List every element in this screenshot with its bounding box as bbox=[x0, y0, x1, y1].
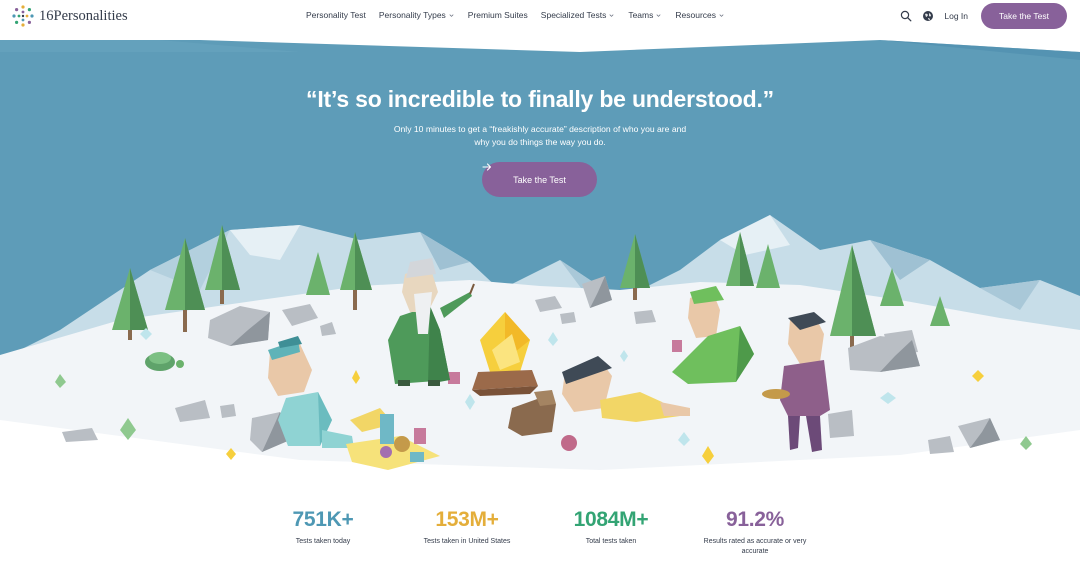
nav-label: Premium Suites bbox=[467, 10, 528, 20]
globe-icon bbox=[923, 11, 934, 21]
hero-take-test-button[interactable]: Take the Test bbox=[482, 162, 597, 197]
nav-premium-suites[interactable]: Premium Suites bbox=[468, 10, 528, 20]
header-actions: Log In Take the Test bbox=[899, 3, 1067, 29]
nav-label: Teams bbox=[628, 10, 654, 20]
nav-teams[interactable]: Teams bbox=[628, 10, 662, 20]
stat-tests-today: 751K+ Tests taken today bbox=[248, 508, 398, 547]
hero-headline: “It’s so incredible to finally be unders… bbox=[306, 86, 774, 112]
nav-label: Resources bbox=[675, 10, 717, 20]
hero-cta-label: Take the Test bbox=[513, 174, 566, 185]
chevron-down-icon bbox=[656, 13, 661, 17]
nav-personality-types[interactable]: Personality Types bbox=[379, 10, 455, 20]
header-take-test-button[interactable]: Take the Test bbox=[981, 3, 1067, 29]
nav-label: Personality Test bbox=[306, 10, 366, 20]
nav-label: Specialized Tests bbox=[540, 10, 607, 20]
search-icon bbox=[901, 10, 912, 22]
stat-label: Results rated as accurate or very accura… bbox=[703, 538, 807, 555]
stat-value: 91.2% bbox=[725, 508, 785, 531]
chevron-down-icon bbox=[449, 13, 454, 17]
chevron-down-icon bbox=[609, 13, 614, 17]
arrow-right-icon bbox=[482, 163, 492, 171]
stat-accuracy: 91.2% Results rated as accurate or very … bbox=[680, 508, 830, 557]
search-button[interactable] bbox=[899, 9, 913, 23]
hero-subline: Only 10 minutes to get a “freakishly acc… bbox=[393, 124, 687, 147]
stat-label: Tests taken in United States bbox=[423, 538, 511, 545]
chevron-down-icon bbox=[719, 13, 724, 17]
brand-logo-icon bbox=[12, 5, 34, 27]
hero-section: “It’s so incredible to finally be unders… bbox=[0, 0, 1080, 480]
language-button[interactable] bbox=[921, 9, 935, 23]
nav-personality-test[interactable]: Personality Test bbox=[306, 10, 366, 20]
login-link[interactable]: Log In bbox=[944, 11, 968, 21]
nav-resources[interactable]: Resources bbox=[675, 10, 725, 20]
hero-illustration bbox=[0, 40, 1080, 480]
brand-logo[interactable]: 16Personalities bbox=[11, 4, 128, 28]
stat-value: 153M+ bbox=[435, 508, 499, 531]
stat-label: Tests taken today bbox=[295, 538, 351, 545]
stat-tests-country: 153M+ Tests taken in United States bbox=[392, 508, 542, 547]
nav-label: Personality Types bbox=[378, 10, 446, 20]
stat-label: Total tests taken bbox=[585, 538, 637, 545]
brand-name: 16Personalities bbox=[39, 7, 128, 24]
stat-total-tests: 1084M+ Total tests taken bbox=[536, 508, 686, 547]
nav-specialized-tests[interactable]: Specialized Tests bbox=[541, 10, 616, 20]
stat-value: 1084M+ bbox=[573, 508, 649, 531]
stat-value: 751K+ bbox=[292, 508, 354, 531]
site-header: 16Personalities Personality Test Persona… bbox=[0, 0, 1080, 33]
main-nav: Personality Test Personality Types Premi… bbox=[306, 10, 738, 20]
